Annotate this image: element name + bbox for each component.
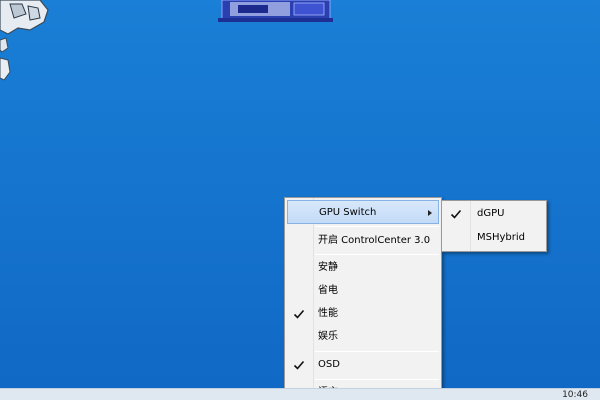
menu-item-osd[interactable]: OSD (287, 353, 439, 377)
wallpaper-robot-art (0, 0, 49, 81)
submenu-item-label: MSHybrid (477, 232, 525, 243)
menu-item-performance[interactable]: 性能 (287, 302, 439, 326)
menu-item-power-save[interactable]: 省电 (287, 279, 439, 303)
menu-item-gpu-switch[interactable]: GPU Switch (287, 200, 439, 224)
checkmark-icon (293, 309, 305, 319)
taskbar-clock[interactable]: 10:46 (562, 389, 588, 400)
menu-item-label: GPU Switch (319, 207, 377, 218)
menu-item-label: 安静 (318, 262, 338, 273)
menu-separator (315, 226, 439, 227)
menu-item-label: 性能 (318, 308, 338, 319)
menu-item-label: 开启 ControlCenter 3.0 (318, 235, 431, 246)
menu-item-open-controlcenter[interactable]: 开启 ControlCenter 3.0 (287, 229, 439, 253)
menu-separator (315, 254, 439, 255)
menu-item-quiet[interactable]: 安静 (287, 256, 439, 280)
submenu-item-dgpu[interactable]: dGPU (444, 203, 544, 225)
tray-context-menu: GPU Switch 开启 ControlCenter 3.0 安静 省电 性能… (284, 197, 442, 400)
wallpaper-device-art (218, 0, 333, 22)
checkmark-icon (450, 209, 462, 219)
submenu-item-mshybrid[interactable]: MSHybrid (444, 227, 544, 249)
checkmark-icon (293, 360, 305, 370)
submenu-item-label: dGPU (477, 208, 505, 219)
menu-item-label: 省电 (318, 285, 338, 296)
menu-item-label: OSD (318, 359, 340, 370)
menu-item-entertainment[interactable]: 娱乐 (287, 325, 439, 349)
submenu-arrow-icon (428, 210, 432, 216)
taskbar: 10:46 (0, 388, 600, 400)
menu-separator (315, 379, 439, 380)
gpu-switch-submenu: dGPU MSHybrid (441, 200, 547, 252)
menu-item-label: 娱乐 (318, 331, 338, 342)
menu-separator (315, 351, 439, 352)
